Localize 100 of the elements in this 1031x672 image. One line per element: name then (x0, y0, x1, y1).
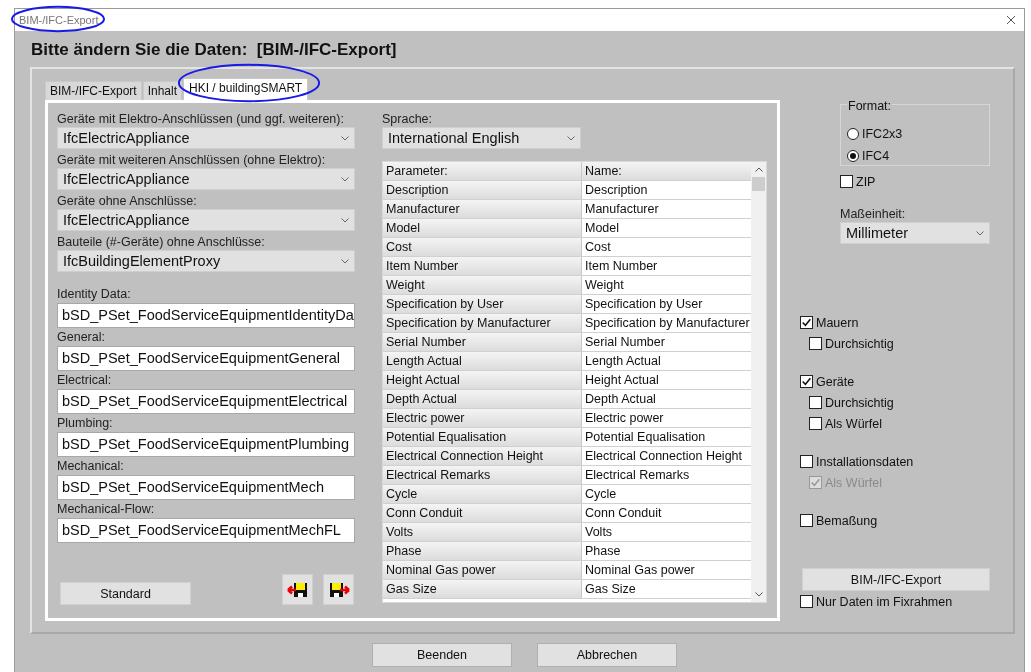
export-button[interactable]: BIM-/IFC-Export (802, 568, 990, 591)
caret-icon (567, 135, 575, 141)
checkbox[interactable] (809, 396, 822, 409)
scroll-down-icon[interactable] (754, 592, 763, 597)
radio-label[interactable]: IFC4 (862, 149, 890, 163)
tab[interactable]: BIM-/IFC-Export (45, 81, 142, 100)
checkbox[interactable] (800, 375, 813, 388)
dialog-button[interactable]: Beenden (372, 643, 512, 667)
table-cell[interactable]: Electrical Connection Height (582, 447, 751, 465)
checkbox[interactable] (809, 337, 822, 350)
table-cell: Model (383, 219, 582, 237)
field-label: Electrical: (57, 372, 113, 389)
checkbox-label[interactable]: Durchsichtig (825, 336, 894, 351)
checkbox-label[interactable]: Geräte (816, 374, 855, 389)
table-cell: Potential Equalisation (383, 428, 582, 446)
table-cell[interactable]: Manufacturer (582, 200, 751, 218)
table-cell: Cycle (383, 485, 582, 503)
checkbox[interactable] (840, 175, 853, 188)
table-cell[interactable]: Potential Equalisation (582, 428, 751, 446)
dropdown[interactable]: IfcBuildingElementProxy (57, 250, 355, 272)
tab[interactable]: HKI / buildingSMART (183, 78, 309, 100)
table-cell: Manufacturer (383, 200, 582, 218)
export-file-button[interactable] (323, 574, 354, 605)
table-cell[interactable]: Length Actual (582, 352, 751, 370)
text-field[interactable]: bSD_PSet_FoodServiceEquipmentMechFL (57, 518, 355, 543)
table-cell: Electric power (383, 409, 582, 427)
dialog-button[interactable]: Abbrechen (537, 643, 677, 667)
table-cell[interactable]: Conn Conduit (582, 504, 751, 522)
table-cell[interactable]: Cycle (582, 485, 751, 503)
scrollbar[interactable] (751, 162, 766, 602)
table-cell: Item Number (383, 257, 582, 275)
dropdown[interactable]: IfcElectricAppliance (57, 127, 355, 149)
table-cell[interactable]: Model (582, 219, 751, 237)
table-cell[interactable]: Item Number (582, 257, 751, 275)
table-cell[interactable]: Volts (582, 523, 751, 541)
window-title: BIM-/IFC-Export (19, 14, 99, 26)
checkbox[interactable] (800, 595, 813, 608)
dropdown[interactable]: IfcElectricAppliance (57, 209, 355, 231)
table-cell: Serial Number (383, 333, 582, 351)
text-field[interactable]: bSD_PSet_FoodServiceEquipmentIdentityDa (57, 303, 355, 328)
table-cell[interactable]: Serial Number (582, 333, 751, 351)
field-label: Geräte ohne Anschlüsse: (57, 193, 198, 209)
checkbox[interactable] (800, 514, 813, 527)
checkbox-label[interactable]: Mauern (816, 315, 859, 330)
scroll-up-icon[interactable] (754, 167, 763, 172)
radio-label[interactable]: IFC2x3 (862, 127, 903, 141)
table-cell[interactable]: Electric power (582, 409, 751, 427)
checkbox-label[interactable]: Als Würfel (825, 416, 882, 431)
table-cell: Nominal Gas power (383, 561, 582, 579)
checkbox-label[interactable]: Installationsdaten (816, 454, 914, 469)
caret-icon (976, 230, 984, 236)
tab[interactable]: Inhalt (142, 81, 183, 100)
table-cell[interactable]: Weight (582, 276, 751, 294)
checkbox-label[interactable]: Bemaßung (816, 513, 878, 528)
checkbox[interactable] (800, 316, 813, 329)
column-header: Parameter: (383, 162, 582, 180)
text-field[interactable]: bSD_PSet_FoodServiceEquipmentGeneral (57, 346, 355, 371)
column-header: Name: (582, 162, 751, 180)
table-cell[interactable]: Gas Size (582, 580, 751, 598)
close-icon[interactable] (1006, 15, 1016, 25)
field-label: Maßeinheit: (840, 206, 907, 222)
dropdown[interactable]: International English (382, 127, 581, 149)
checkbox[interactable] (800, 455, 813, 468)
floppy-arrow-right-icon (327, 580, 350, 599)
checkbox-label[interactable]: Durchsichtig (825, 395, 894, 410)
checkbox-label[interactable]: ZIP (856, 174, 876, 189)
checkbox-label[interactable]: Nur Daten im Fixrahmen (816, 594, 953, 609)
table-cell[interactable]: Specification by User (582, 295, 751, 313)
scroll-thumb[interactable] (752, 177, 765, 191)
checkbox[interactable] (809, 417, 822, 430)
text-field[interactable]: bSD_PSet_FoodServiceEquipmentPlumbing (57, 432, 355, 457)
table-cell[interactable]: Cost (582, 238, 751, 256)
table-cell[interactable]: Phase (582, 542, 751, 560)
table-cell: Depth Actual (383, 390, 582, 408)
text-field[interactable]: bSD_PSet_FoodServiceEquipmentMech (57, 475, 355, 500)
table-cell[interactable]: Electrical Remarks (582, 466, 751, 484)
table-cell[interactable]: Specification by Manufacturer (582, 314, 751, 332)
table-cell[interactable]: Depth Actual (582, 390, 751, 408)
text-field[interactable]: bSD_PSet_FoodServiceEquipmentElectrical (57, 389, 355, 414)
radio-button[interactable] (847, 150, 859, 162)
radio-button[interactable] (847, 128, 859, 140)
table-cell[interactable]: Nominal Gas power (582, 561, 751, 579)
table-cell: Height Actual (383, 371, 582, 389)
field-label: Mechanical: (57, 458, 125, 475)
table-cell[interactable]: Height Actual (582, 371, 751, 389)
import-button[interactable] (282, 574, 313, 605)
table-cell: Gas Size (383, 580, 582, 598)
caret-icon (341, 176, 349, 182)
standard-button[interactable]: Standard (60, 582, 191, 605)
field-label: Geräte mit weiteren Anschlüssen (ohne Elektro): (57, 152, 327, 168)
table-cell: Description (383, 181, 582, 199)
caret-icon (341, 258, 349, 264)
table-cell: Length Actual (383, 352, 582, 370)
table-cell: Weight (383, 276, 582, 294)
table-cell: Specification by User (383, 295, 582, 313)
table-cell[interactable]: Description (582, 181, 751, 199)
dropdown[interactable]: IfcElectricAppliance (57, 168, 355, 190)
dropdown[interactable]: Millimeter (840, 222, 990, 244)
field-label: Plumbing: (57, 415, 114, 432)
table-cell: Electrical Connection Height (383, 447, 582, 465)
